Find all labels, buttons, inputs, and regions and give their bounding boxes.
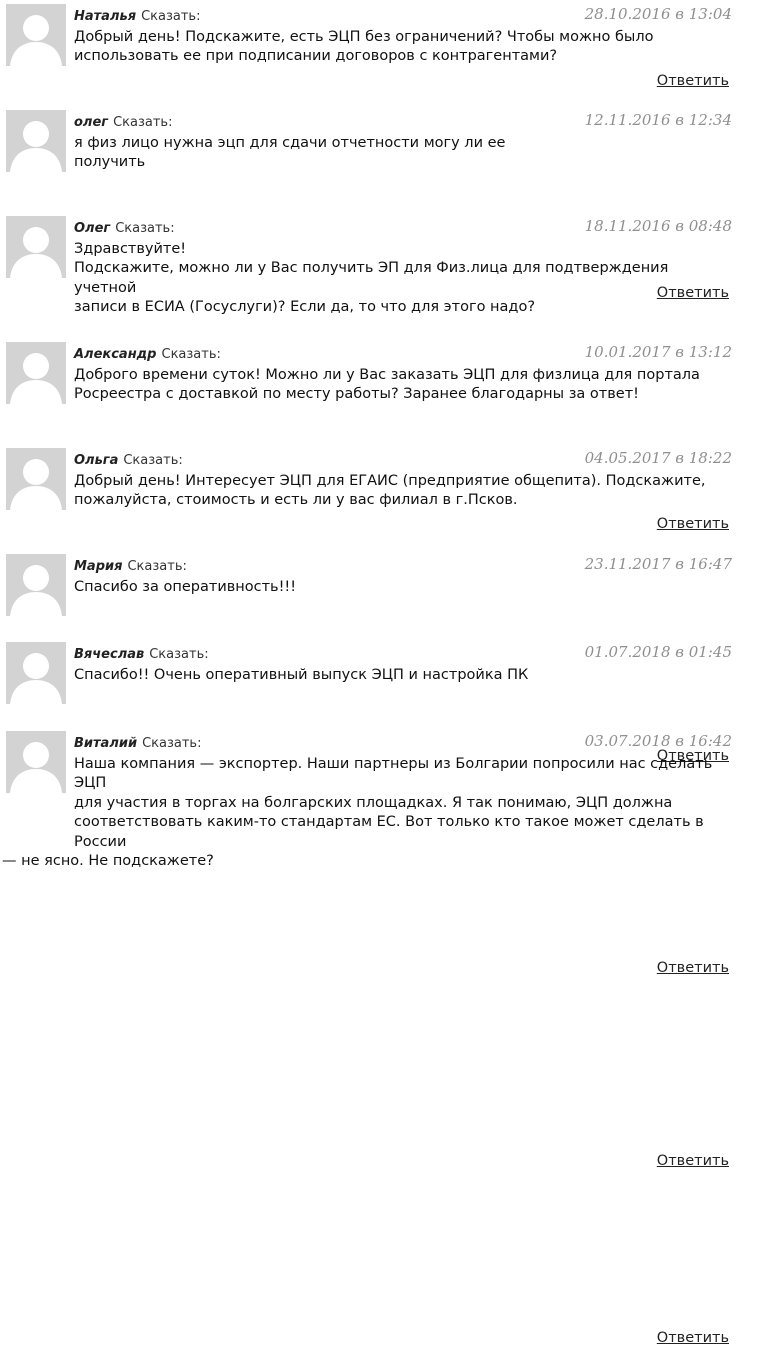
- comment-text-line: — не ясно. Не подскажете?: [2, 853, 214, 870]
- comment-author: Олег: [74, 221, 111, 236]
- reply-link[interactable]: Ответить: [657, 1152, 729, 1170]
- comment-text-line: Наша компания — экспортер. Наши партнеры…: [74, 756, 713, 792]
- comment-meta: Ольга Сказать:: [74, 450, 183, 468]
- comment-date: 12.11.2016 в 12:34: [584, 111, 732, 129]
- comment-text: Здравствуйте! Подскажите, можно ли у Вас …: [74, 240, 734, 318]
- comment-says-label: Сказать:: [141, 9, 201, 24]
- comment-says-label: Сказать:: [149, 647, 209, 662]
- comment-meta: Наталья Сказать:: [74, 6, 200, 24]
- comment-date: 18.11.2016 в 08:48: [584, 217, 732, 235]
- avatar-icon: [6, 216, 66, 278]
- comment-says-label: Сказать:: [142, 736, 202, 751]
- comment-text-line: для участия в торгах на болгарских площа…: [74, 794, 673, 811]
- reply-link[interactable]: Ответить: [657, 515, 729, 533]
- comment-author: Вячеслав: [74, 647, 145, 662]
- comment-text-line: Спасибо за оперативность!!!: [74, 579, 297, 595]
- comment-text: Доброго времени суток! Можно ли у Вас за…: [74, 366, 734, 405]
- comment-text-line: я физ лицо нужна эцп для сдачи отчетност…: [74, 135, 506, 151]
- comment-date: 04.05.2017 в 18:22: [584, 449, 732, 467]
- reply-link[interactable]: Ответить: [657, 72, 729, 90]
- comment-text-line: Спасибо!! Очень оперативный выпуск ЭЦП и…: [74, 667, 529, 683]
- reply-link[interactable]: Ответить: [657, 959, 729, 977]
- comment-text-line: пожалуйста, стоимость и есть ли у вас фи…: [74, 492, 518, 509]
- comment-date: 10.01.2017 в 13:12: [584, 343, 732, 361]
- comment-meta: Мария Сказать:: [74, 556, 187, 574]
- comment-text-line: записи в ЕСИА (Госуслуги)? Если да, то ч…: [74, 299, 536, 316]
- comment-date: 03.07.2018 в 16:42: [584, 732, 732, 750]
- comment-author: олег: [74, 115, 109, 130]
- comment-says-label: Сказать:: [123, 453, 183, 468]
- comment-date: 28.10.2016 в 13:04: [584, 5, 732, 23]
- comment-text-line: Доброго времени суток! Можно ли у Вас за…: [74, 367, 700, 383]
- comment-text-line: Добрый день! Интересует ЭЦП для ЕГАИС (п…: [74, 473, 706, 489]
- comment-list: Наталья Сказать: 28.10.2016 в 13:04 Добрый …: [0, 0, 762, 1346]
- comment-text-line: Подскажите, можно ли у Вас получить ЭП д…: [74, 260, 669, 296]
- comment-text: я физ лицо нужна эцп для сдачи отчетност…: [74, 134, 734, 173]
- comment-date-container: 03.07.2018 в 16:42: [492, 727, 732, 753]
- comment-date-container: 18.11.2016 в 08:48: [492, 212, 732, 238]
- comment-author: Виталий: [74, 736, 138, 751]
- comment-says-label: Сказать:: [161, 347, 221, 362]
- comment-text: Спасибо!! Очень оперативный выпуск ЭЦП и…: [74, 666, 734, 685]
- comment-text-line: Росреестра с доставкой по месту работы? …: [74, 386, 639, 403]
- comment-says-label: Сказать:: [115, 221, 175, 236]
- comment-text: Добрый день! Интересует ЭЦП для ЕГАИС (п…: [74, 472, 734, 511]
- comment-text-line: Здравствуйте!: [74, 241, 187, 257]
- comment-says-label: Сказать:: [127, 559, 187, 574]
- avatar-icon: [6, 554, 66, 616]
- comment-text: Наша компания — экспортер. Наши партнеры…: [2, 755, 734, 871]
- comment-author: Мария: [74, 559, 123, 574]
- comment-date: 23.11.2017 в 16:47: [584, 555, 732, 573]
- comment-author: Александр: [74, 347, 157, 362]
- avatar-icon: [6, 731, 66, 793]
- comment-text-line: получить: [74, 154, 146, 171]
- avatar-icon: [6, 110, 66, 172]
- comment-date-container: 10.01.2017 в 13:12: [492, 338, 732, 364]
- reply-link[interactable]: Ответить: [657, 1329, 729, 1347]
- comment-meta: олег Сказать:: [74, 112, 172, 130]
- comment-date-container: 28.10.2016 в 13:04: [492, 0, 732, 26]
- comment-meta: Александр Сказать:: [74, 344, 221, 362]
- comment-text-line: использовать ее при подписании договоров…: [74, 48, 558, 65]
- avatar-icon: [6, 4, 66, 66]
- avatar-icon: [6, 448, 66, 510]
- comment-date: 01.07.2018 в 01:45: [584, 643, 732, 661]
- avatar-icon: [6, 342, 66, 404]
- comment-meta: Вячеслав Сказать:: [74, 644, 209, 662]
- avatar-icon: [6, 642, 66, 704]
- comment-meta: Виталий Сказать:: [74, 733, 201, 751]
- comment-date-container: 04.05.2017 в 18:22: [492, 444, 732, 470]
- comment-text-line: Добрый день! Подскажите, есть ЭЦП без ог…: [74, 29, 654, 45]
- comment-text: Спасибо за оперативность!!!: [74, 578, 734, 597]
- comment-meta: Олег Сказать:: [74, 218, 175, 236]
- comment-author: Наталья: [74, 9, 137, 24]
- comment-date-container: 23.11.2017 в 16:47: [492, 550, 732, 576]
- comment-text: Добрый день! Подскажите, есть ЭЦП без ог…: [74, 28, 734, 67]
- comment-author: Ольга: [74, 453, 119, 468]
- comment-date-container: 12.11.2016 в 12:34: [492, 106, 732, 132]
- comment-date-container: 01.07.2018 в 01:45: [492, 638, 732, 664]
- comment-says-label: Сказать:: [113, 115, 173, 130]
